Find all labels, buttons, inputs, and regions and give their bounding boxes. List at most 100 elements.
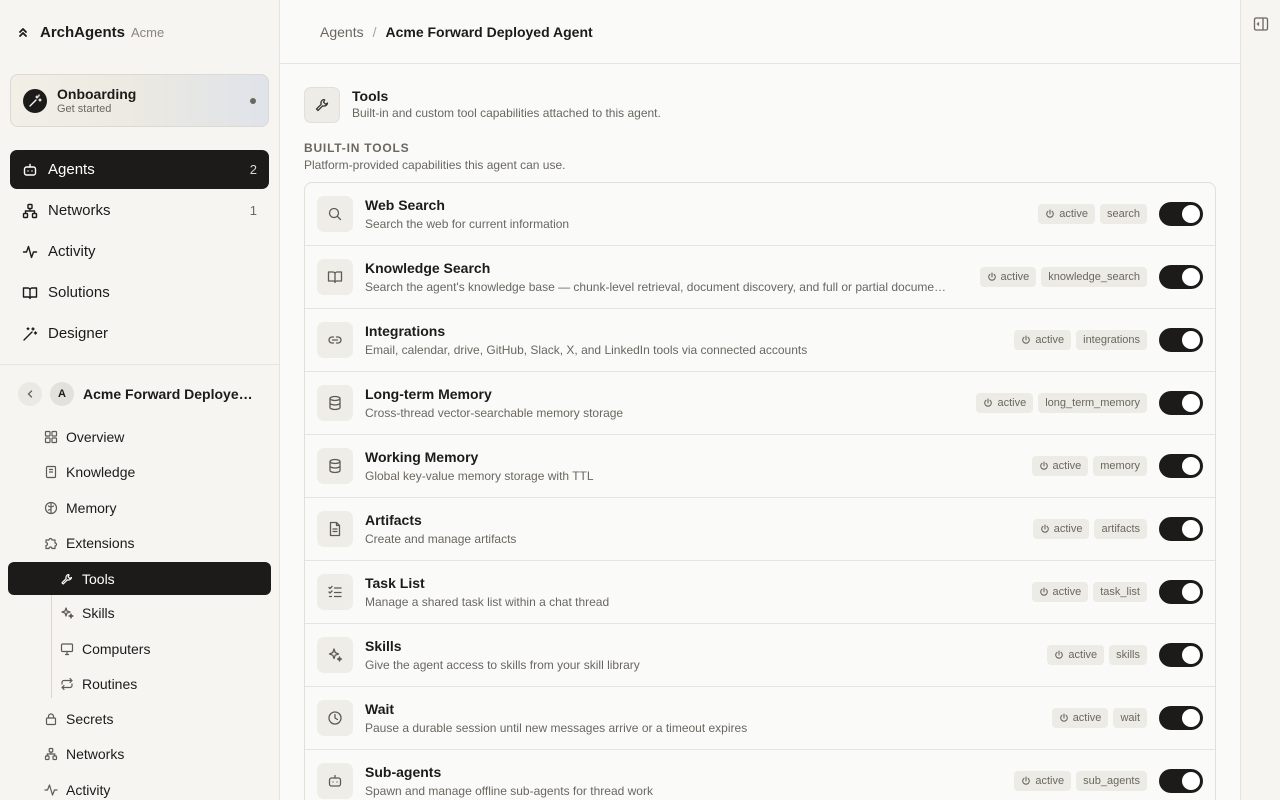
power-icon [987, 272, 997, 282]
tool-description: Email, calendar, drive, GitHub, Slack, X… [365, 343, 808, 357]
robot-icon [22, 162, 38, 178]
tool-toggle[interactable] [1159, 517, 1203, 541]
nav-item-designer[interactable]: Designer [10, 314, 269, 353]
breadcrumb-parent[interactable]: Agents [320, 24, 364, 40]
tool-toggle[interactable] [1159, 202, 1203, 226]
tool-toggle[interactable] [1159, 391, 1203, 415]
page-title: Tools [352, 88, 389, 104]
tool-key-badge: sub_agents [1076, 771, 1147, 791]
nav-item-solutions[interactable]: Solutions [10, 273, 269, 312]
tool-toggle[interactable] [1159, 580, 1203, 604]
tool-description: Create and manage artifacts [365, 532, 517, 546]
nav-label: Solutions [48, 284, 110, 301]
power-icon [1021, 335, 1031, 345]
tool-toggle[interactable] [1159, 454, 1203, 478]
tool-key-badge: skills [1109, 645, 1147, 665]
nav-count: 2 [249, 162, 257, 177]
tool-key-badge: search [1099, 204, 1147, 224]
tool-name: Working Memory [365, 449, 479, 465]
database-icon [317, 448, 353, 484]
agent-name: Acme Forward Deployed Agent [83, 386, 261, 402]
tool-description: Give the agent access to skills from you… [365, 658, 640, 672]
onboarding-card[interactable]: Onboarding Get started [10, 74, 269, 127]
back-button[interactable] [18, 382, 42, 406]
status-badge: active [1031, 582, 1089, 602]
brand[interactable]: ArchAgents Acme [16, 22, 164, 42]
brand-name: ArchAgents [40, 23, 126, 41]
power-icon [1039, 461, 1049, 471]
tool-description: Pause a durable session until new messag… [365, 721, 748, 735]
status-badge: active [979, 267, 1037, 287]
tool-name: Long-term Memory [365, 386, 492, 402]
tool-row-integrations: Integrations Email, calendar, drive, Git… [305, 309, 1215, 372]
search-icon [317, 196, 353, 232]
agent-nav-activity[interactable]: Activity [44, 773, 110, 800]
agent-nav-extensions[interactable]: Extensions [44, 526, 134, 560]
status-text: active [1035, 334, 1065, 346]
checklist-icon [317, 574, 353, 610]
tool-row-long-term-memory: Long-term Memory Cross-thread vector-sea… [305, 372, 1215, 435]
nav-item-activity[interactable]: Activity [10, 232, 269, 271]
tool-key-badge: integrations [1076, 330, 1147, 350]
network-icon [44, 747, 58, 761]
agent-nav-knowledge[interactable]: Knowledge [44, 455, 135, 489]
agent-nav-secrets[interactable]: Secrets [44, 702, 113, 736]
agent-nav-routines[interactable]: Routines [60, 667, 137, 701]
wrench-icon [60, 572, 74, 586]
agent-nav-computers[interactable]: Computers [60, 632, 150, 666]
tool-name: Knowledge Search [365, 260, 491, 276]
page-subtitle: Built-in and custom tool capabilities at… [352, 106, 661, 120]
wrench-icon [304, 87, 340, 123]
nav-label: Activity [48, 243, 96, 260]
agent-nav-label: Memory [66, 500, 117, 516]
nav-label: Networks [48, 202, 111, 219]
tool-toggle[interactable] [1159, 706, 1203, 730]
tool-name: Sub-agents [365, 764, 442, 780]
divider [0, 364, 279, 365]
status-text: active [1072, 712, 1102, 724]
status-text: active [1035, 775, 1065, 787]
robot-icon [317, 763, 353, 799]
status-dot [250, 98, 256, 104]
tool-key-badge: knowledge_search [1041, 267, 1147, 287]
agent-nav-label: Extensions [66, 535, 135, 551]
nav-label: Agents [48, 161, 95, 178]
chevrons-up-icon [16, 25, 30, 39]
power-icon [1039, 587, 1049, 597]
agent-nav-overview[interactable]: Overview [44, 420, 124, 454]
tool-toggle[interactable] [1159, 328, 1203, 352]
monitor-icon [60, 642, 74, 656]
agent-nav-tools[interactable]: Tools [60, 562, 115, 596]
nav-item-agents[interactable]: Agents 2 [10, 150, 269, 189]
agent-nav-networks[interactable]: Networks [44, 737, 124, 771]
status-badge: active [1032, 519, 1090, 539]
nav-item-networks[interactable]: Networks 1 [10, 191, 269, 230]
book-icon [44, 465, 58, 479]
agent-nav-skills[interactable]: Skills [60, 596, 115, 630]
agent-nav-label: Activity [66, 782, 111, 798]
sparkle-icon [23, 88, 47, 113]
power-icon [1040, 524, 1050, 534]
activity-icon [44, 783, 58, 797]
panel-toggle-icon[interactable] [1253, 16, 1269, 32]
sparkle-icon [60, 606, 74, 620]
agent-nav-label: Knowledge [66, 464, 136, 480]
group-label: BUILT-IN TOOLS [304, 141, 410, 155]
tool-name: Skills [365, 638, 402, 654]
tool-row-knowledge-search: Knowledge Search Search the agent's know… [305, 246, 1215, 309]
file-icon [317, 511, 353, 547]
agent-nav-label: Routines [82, 676, 138, 692]
power-icon [1054, 650, 1064, 660]
breadcrumb: Agents / Acme Forward Deployed Agent [280, 0, 1240, 64]
tool-toggle[interactable] [1159, 265, 1203, 289]
grid-icon [44, 430, 58, 444]
tool-toggle[interactable] [1159, 769, 1203, 793]
onboarding-title: Onboarding [57, 85, 137, 102]
power-icon [983, 398, 993, 408]
tool-name: Task List [365, 575, 425, 591]
agent-nav-memory[interactable]: Memory [44, 491, 117, 525]
status-text: active [1052, 460, 1082, 472]
tool-key-badge: artifacts [1094, 519, 1147, 539]
agent-nav-label: Overview [66, 429, 125, 445]
tool-toggle[interactable] [1159, 643, 1203, 667]
